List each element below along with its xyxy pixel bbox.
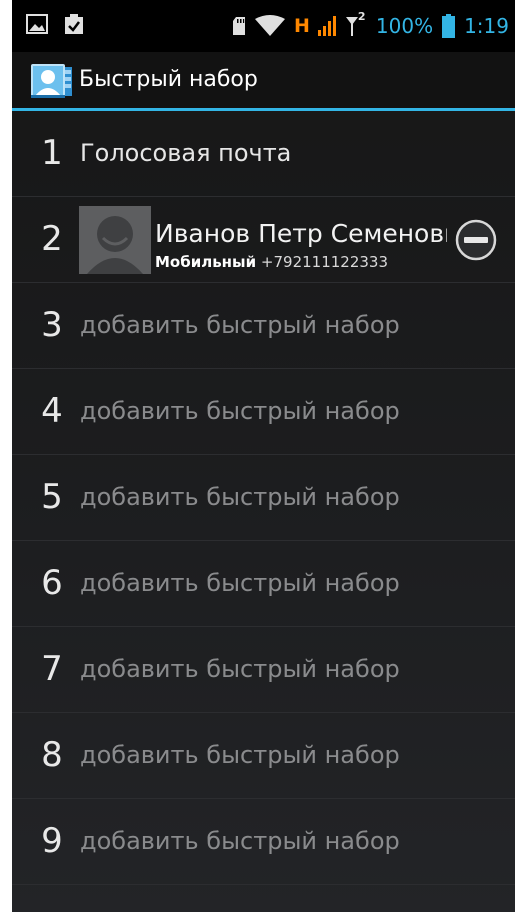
speed-dial-number: 2: [41, 219, 63, 259]
speed-dial-contact[interactable]: 2 Иванов Петр Семенович Мобильный +79211…: [12, 197, 515, 283]
action-bar: Быстрый набор: [12, 52, 515, 108]
contact-phone-line: Мобильный +792111122333: [155, 253, 388, 271]
add-speed-dial-label: добавить быстрый набор: [80, 569, 400, 597]
speed-dial-empty-slot[interactable]: 7 добавить быстрый набор: [12, 627, 515, 713]
speed-dial-empty-slot[interactable]: 8 добавить быстрый набор: [12, 713, 515, 799]
default-avatar-icon: [79, 206, 151, 274]
roaming-antenna-icon: 2: [345, 10, 367, 38]
add-speed-dial-label: добавить быстрый набор: [80, 397, 400, 425]
contact-name: Иванов Петр Семенович: [155, 219, 447, 248]
signal-icon: [317, 15, 336, 37]
add-speed-dial-label: добавить быстрый набор: [80, 483, 400, 511]
wifi-icon: [254, 15, 285, 37]
network-type-label: H: [293, 15, 310, 37]
add-speed-dial-label: добавить быстрый набор: [80, 827, 400, 855]
speed-dial-empty-slot[interactable]: 5 добавить быстрый набор: [12, 455, 515, 541]
roaming-sim-number: 2: [357, 10, 366, 23]
speed-dial-number: 8: [41, 735, 63, 775]
status-bar-notifications: [26, 13, 84, 35]
contacts-app-icon[interactable]: [30, 62, 74, 100]
speed-dial-number: 4: [41, 391, 63, 431]
remove-circle-icon[interactable]: [455, 219, 497, 261]
speed-dial-empty-slot[interactable]: 9 добавить быстрый набор: [12, 799, 515, 885]
sd-card-icon: [232, 16, 246, 36]
add-speed-dial-label: добавить быстрый набор: [80, 311, 400, 339]
status-bar-system: H 2 100% 1:19: [232, 10, 509, 40]
speed-dial-list: 1 Голосовая почта 2 Иванов Петр Семенови…: [12, 111, 515, 885]
clock: 1:19: [464, 14, 509, 38]
speed-dial-number: 1: [41, 133, 63, 173]
battery-percent: 100%: [375, 14, 434, 38]
speed-dial-number: 6: [41, 563, 63, 603]
speed-dial-empty-slot[interactable]: 6 добавить быстрый набор: [12, 541, 515, 627]
contact-phone-type: Мобильный: [155, 253, 257, 271]
speed-dial-empty-slot[interactable]: 3 добавить быстрый набор: [12, 283, 515, 369]
speed-dial-voicemail[interactable]: 1 Голосовая почта: [12, 111, 515, 197]
add-speed-dial-label: добавить быстрый набор: [80, 655, 400, 683]
speed-dial-number: 7: [41, 649, 63, 689]
voicemail-label: Голосовая почта: [80, 139, 292, 167]
status-bar: H 2 100% 1:19: [12, 0, 515, 52]
add-speed-dial-label: добавить быстрый набор: [80, 741, 400, 769]
speed-dial-number: 3: [41, 305, 63, 345]
phone-screen: H 2 100% 1:19 Быстрый набор 1 Голосовая …: [12, 0, 515, 912]
image-icon: [26, 14, 48, 34]
battery-icon: [442, 14, 456, 38]
clipboard-check-icon: [64, 13, 84, 35]
speed-dial-number: 5: [41, 477, 63, 517]
page-title: Быстрый набор: [79, 67, 258, 92]
contact-phone-number: +792111122333: [260, 253, 389, 271]
speed-dial-empty-slot[interactable]: 4 добавить быстрый набор: [12, 369, 515, 455]
speed-dial-number: 9: [41, 821, 63, 861]
